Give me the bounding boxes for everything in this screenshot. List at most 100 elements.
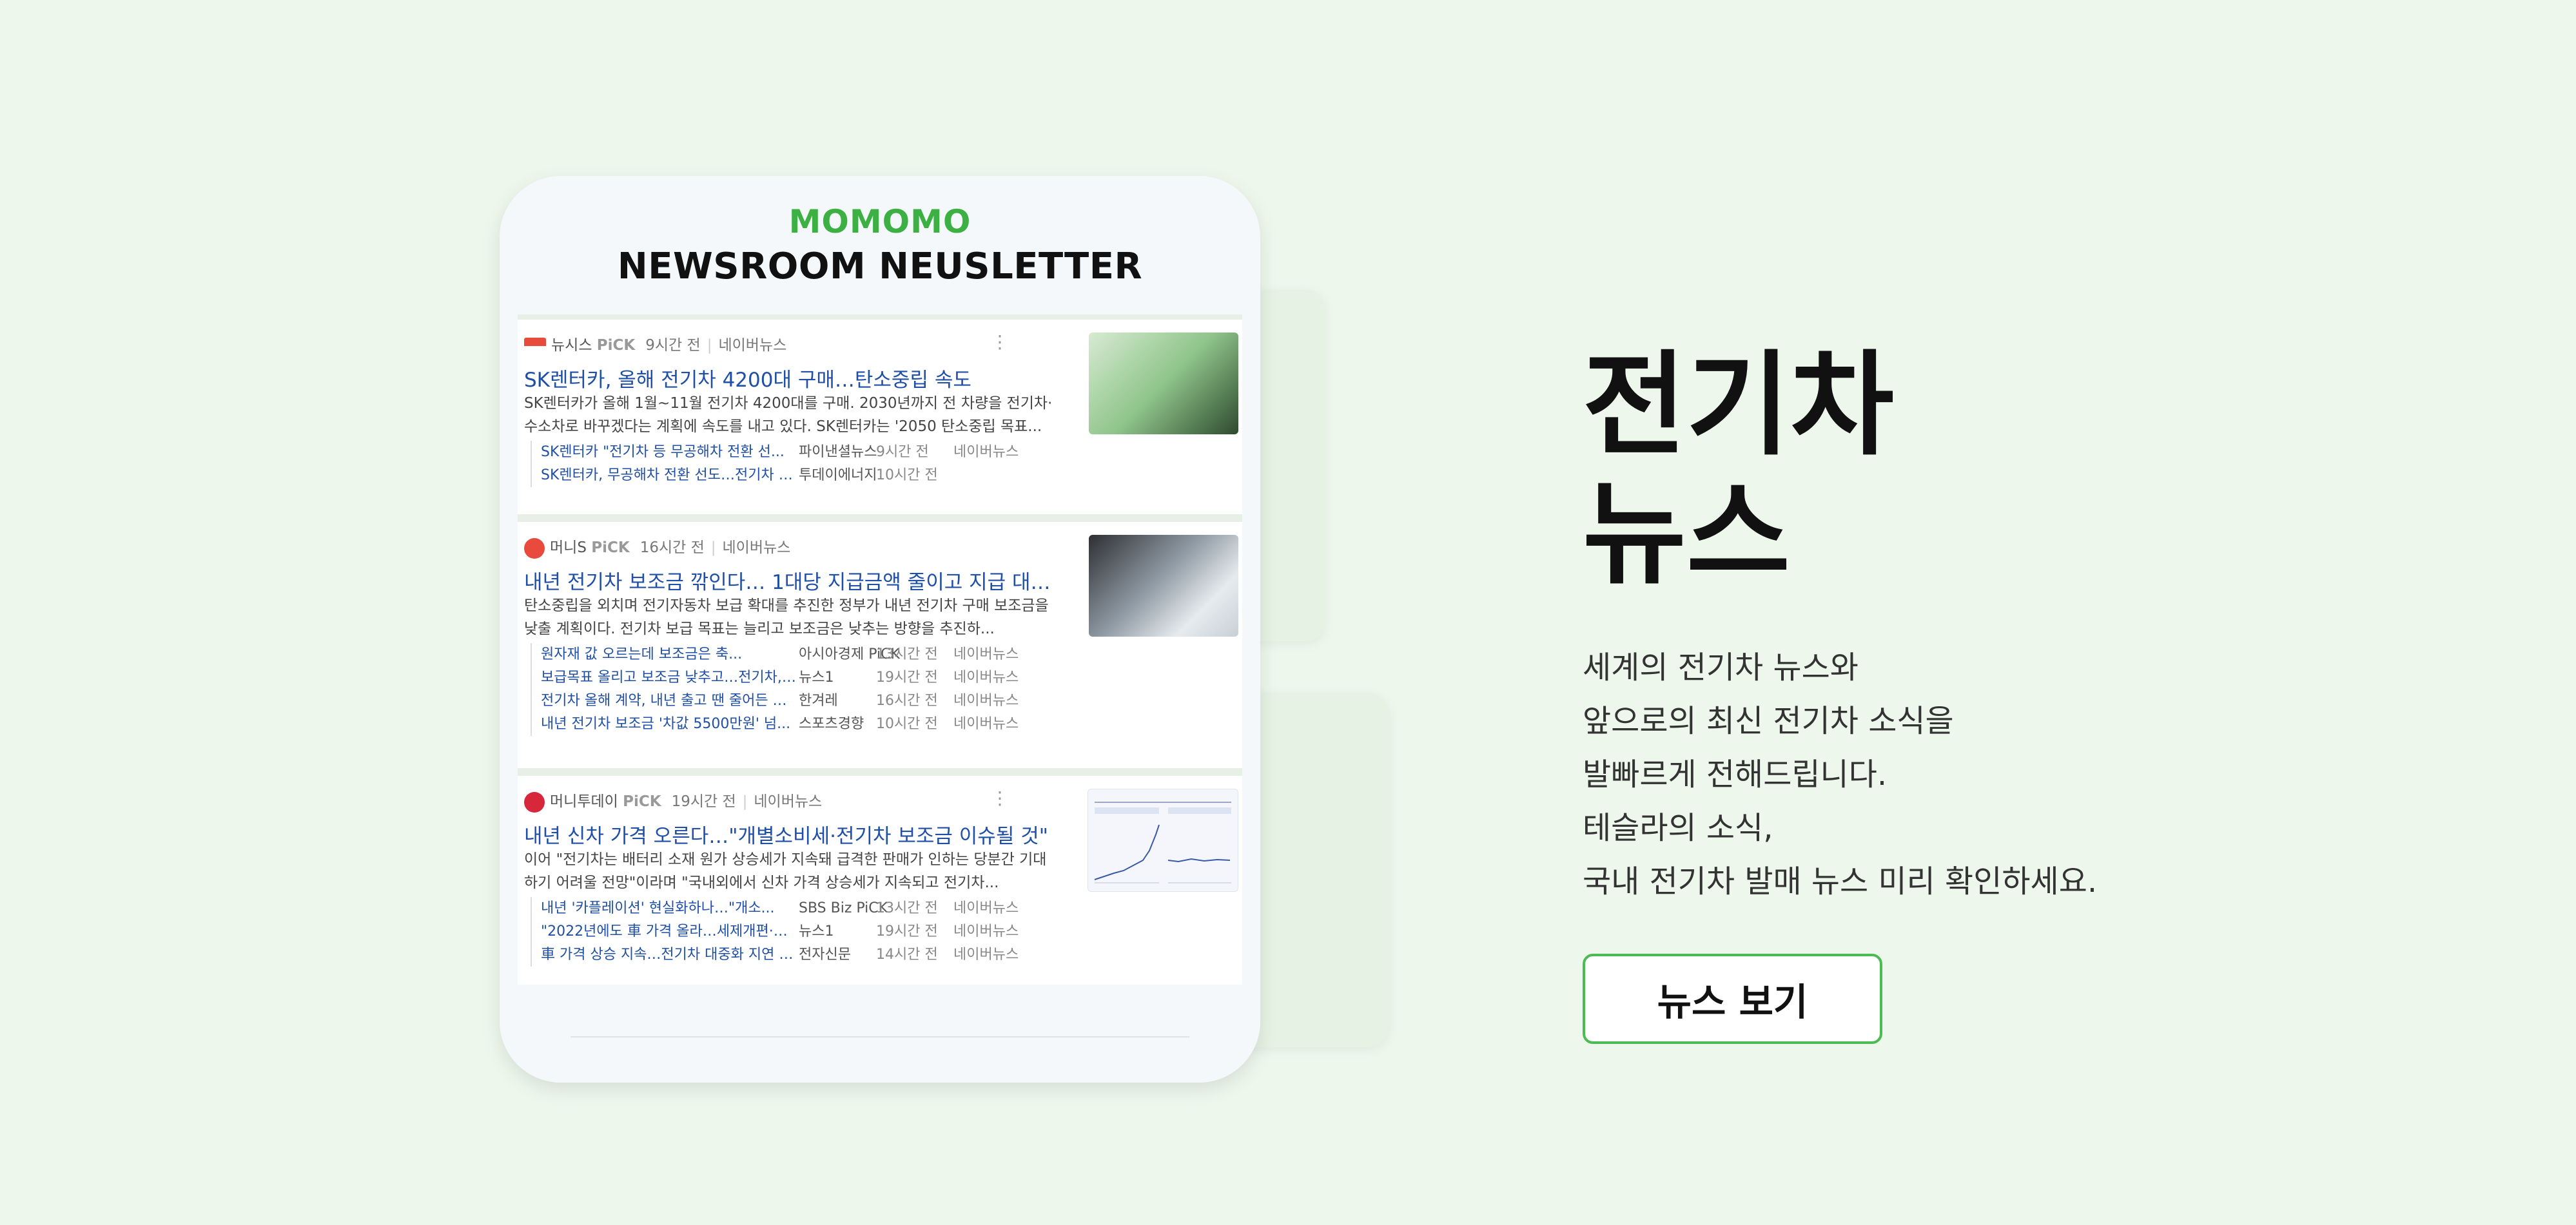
related-title[interactable]: SK렌터카, 무공해차 전환 선도…전기차 4,200대 구매 — [541, 464, 799, 487]
description-line: 앞으로의 최신 전기차 소식을 — [1583, 703, 1954, 739]
news-title[interactable]: 내년 신차 가격 오른다…"개별소비세·전기차 보조금 이슈될 것" — [524, 820, 1053, 849]
related-portal[interactable]: 네이버뉴스 — [953, 920, 1019, 943]
pick-badge: PiCK — [623, 793, 661, 810]
related-news-item[interactable]: "2022년에도 車 가격 올라…세제개편·전기차 ...뉴스1 19시간 전 네이… — [541, 920, 1019, 943]
related-press: SBS Biz PiCK — [799, 900, 888, 916]
news-title[interactable]: 내년 전기차 보조금 깎인다… 1대당 지급금액 줄이고 지급 대상 ... — [524, 566, 1053, 595]
related-press: 아시아경제 PiCK — [799, 646, 900, 662]
news-card[interactable]: 머니투데이 PiCK 19시간 전 | 네이버뉴스 ⋮ 내년 신차 가격 오른다…"개… — [518, 776, 1242, 985]
description-line: 테슬라의 소식, — [1583, 810, 1773, 846]
related-time: 9시간 전 — [876, 444, 929, 460]
news-description: 이어 "전기차는 배터리 소재 원가 상승세가 지속돼 급격한 판매가 인하는 … — [524, 851, 1047, 891]
hero-section: 전기차 뉴스 세계의 전기차 뉴스와 앞으로의 최신 전기차 소식을 발빠르게 … — [1583, 342, 2097, 1044]
description-line: 국내 전기차 발매 뉴스 미리 확인하세요. — [1583, 863, 2098, 900]
related-press: 파이낸셜뉴스 — [799, 444, 877, 460]
related-news-list: 원자재 값 오르는데 보조금은 축... 아시아경제 PiCK13시간 전네이버뉴… — [531, 643, 1019, 736]
newsletter-title: NEWSROOM NEUSLETTER — [617, 246, 1143, 287]
related-title[interactable]: "2022년에도 車 가격 올라…세제개편·전기차 ... — [541, 920, 799, 943]
related-portal[interactable]: 네이버뉴스 — [953, 897, 1019, 920]
related-time: 13시간 전 — [876, 646, 938, 662]
hero-title-line: 뉴스 — [1583, 469, 1790, 600]
related-news-item[interactable]: 원자재 값 오르는데 보조금은 축... 아시아경제 PiCK13시간 전 네이버뉴… — [541, 643, 1019, 666]
news-thumbnail[interactable] — [1089, 333, 1238, 434]
news-time: 9시간 전 — [645, 337, 701, 354]
press-logo-icon — [524, 337, 546, 354]
related-press: 스포츠경향 — [799, 716, 864, 732]
news-card[interactable]: 뉴시스 PiCK 9시간 전 | 네이버뉴스 ⋮ SK렌터카, 올해 전기차 4200… — [518, 320, 1242, 514]
pick-badge: PiCK — [596, 337, 636, 354]
related-portal[interactable]: 네이버뉴스 — [953, 690, 1019, 713]
pick-badge: PiCK — [591, 539, 630, 556]
portal-link[interactable]: 네이버뉴스 — [718, 337, 786, 354]
related-title[interactable]: 원자재 값 오르는데 보조금은 축... — [541, 643, 799, 666]
related-portal[interactable]: 네이버뉴스 — [953, 643, 1019, 666]
news-source: 뉴시스 PiCK 9시간 전 | 네이버뉴스 — [524, 333, 786, 354]
related-time: 10시간 전 — [876, 716, 938, 732]
news-thumbnail[interactable] — [1089, 535, 1238, 637]
news-thumbnail[interactable] — [1088, 789, 1238, 892]
description-line: 발빠르게 전해드립니다. — [1583, 757, 1888, 793]
separator: | — [742, 793, 748, 810]
related-portal[interactable]: 네이버뉴스 — [953, 943, 1019, 967]
phone-mockup: MOMOMO NEWSROOM NEUSLETTER 뉴시스 PiCK 9시간 전… — [500, 176, 1260, 1083]
more-options-icon[interactable]: ⋮ — [991, 331, 1009, 352]
related-time: 19시간 전 — [876, 923, 938, 940]
related-news-item[interactable]: 車 가격 상승 지속…전기차 대중화 지연 우... 전자신문 14시간 전 네이버뉴… — [541, 943, 1019, 967]
related-portal[interactable]: 네이버뉴스 — [953, 713, 1019, 736]
news-source: 머니투데이 PiCK 19시간 전 | 네이버뉴스 — [524, 789, 822, 813]
related-press: 한겨레 — [799, 693, 838, 709]
related-title[interactable]: 내년 '카플레이션' 현실화하나…"개소... — [541, 897, 799, 920]
related-press: 뉴스1 — [799, 923, 834, 940]
related-news-item[interactable]: 보급목표 올리고 보조금 낮추고…전기차, 내... 뉴스1 19시간 전 네이버뉴스 — [541, 666, 1019, 690]
related-news-item[interactable]: 내년 전기차 보조금 '차값 5500만원' 넘... 스포츠경향 10시간 전 네이… — [541, 713, 1019, 736]
related-news-item[interactable]: 내년 '카플레이션' 현실화하나…"개소... SBS Biz PiCK13시간 … — [541, 897, 1019, 920]
news-source: 머니S PiCK 16시간 전 | 네이버뉴스 — [524, 535, 790, 559]
related-news-item[interactable]: 전기차 올해 계약, 내년 출고 땐 줄어든 보조... 한겨레 16시간 전 네이버… — [541, 690, 1019, 713]
related-news-item[interactable]: SK렌터카, 무공해차 전환 선도…전기차 4,200대 구매투데이에너지10시… — [541, 464, 1019, 487]
news-time: 19시간 전 — [671, 793, 736, 810]
related-press: 전자신문 — [799, 947, 851, 963]
brand-name: MOMOMO — [788, 203, 971, 240]
hero-title-line: 전기차 — [1583, 340, 1894, 471]
hero-description: 세계의 전기차 뉴스와 앞으로의 최신 전기차 소식을 발빠르게 전해드립니다.… — [1583, 641, 2163, 909]
related-title[interactable]: 전기차 올해 계약, 내년 출고 땐 줄어든 보조... — [541, 690, 799, 713]
news-card[interactable]: 머니S PiCK 16시간 전 | 네이버뉴스 내년 전기차 보조금 깎인다… 1대당… — [518, 522, 1242, 768]
press-logo-icon — [524, 791, 545, 813]
press-name: 머니투데이 — [550, 793, 618, 810]
news-title[interactable]: SK렌터카, 올해 전기차 4200대 구매…탄소중립 속도 — [524, 363, 1053, 392]
related-portal[interactable]: 네이버뉴스 — [953, 666, 1019, 690]
hero-title: 전기차 뉴스 — [1583, 342, 1894, 599]
related-time: 13시간 전 — [876, 900, 938, 916]
related-news-item[interactable]: SK렌터카 "전기차 등 무공해차 전환 선... 파이낸셜뉴스9시간 전 네이버뉴… — [541, 441, 1019, 464]
related-title[interactable]: 보급목표 올리고 보조금 낮추고…전기차, 내... — [541, 666, 799, 690]
news-description: SK렌터카가 올해 1월~11월 전기차 4200대를 구매. 2030년까지 … — [524, 395, 1053, 435]
separator: | — [707, 337, 712, 354]
more-options-icon[interactable]: ⋮ — [991, 787, 1009, 809]
related-time: 19시간 전 — [876, 670, 938, 686]
view-news-button[interactable]: 뉴스 보기 — [1583, 954, 1882, 1044]
related-title[interactable]: 車 가격 상승 지속…전기차 대중화 지연 우... — [541, 943, 799, 967]
press-logo-icon — [524, 537, 545, 559]
portal-link[interactable]: 네이버뉴스 — [754, 793, 822, 810]
news-time: 16시간 전 — [639, 539, 705, 556]
phone-header: MOMOMO NEWSROOM NEUSLETTER — [500, 176, 1260, 313]
press-name: 머니S — [550, 539, 587, 556]
news-description: 탄소중립을 외치며 전기자동차 보급 확대를 추진한 정부가 내년 전기차 구매… — [524, 597, 1049, 637]
separator: | — [710, 539, 716, 556]
news-feed: 뉴시스 PiCK 9시간 전 | 네이버뉴스 ⋮ SK렌터카, 올해 전기차 4200… — [518, 314, 1242, 1083]
related-time: 14시간 전 — [876, 947, 938, 963]
chart-thumbnail-icon — [1088, 789, 1238, 891]
press-name: 뉴시스 — [551, 337, 592, 354]
phone-footer — [500, 985, 1260, 1083]
related-title[interactable]: SK렌터카 "전기차 등 무공해차 전환 선... — [541, 441, 799, 464]
related-news-list: 내년 '카플레이션' 현실화하나…"개소... SBS Biz PiCK13시간 … — [531, 897, 1019, 967]
related-title[interactable]: 내년 전기차 보조금 '차값 5500만원' 넘... — [541, 713, 799, 736]
related-press: 뉴스1 — [799, 670, 834, 686]
related-portal[interactable]: 네이버뉴스 — [953, 441, 1019, 464]
related-time: 10시간 전 — [876, 467, 938, 483]
divider — [571, 1036, 1189, 1037]
related-time: 16시간 전 — [876, 693, 938, 709]
description-line: 세계의 전기차 뉴스와 — [1583, 650, 1859, 686]
portal-link[interactable]: 네이버뉴스 — [723, 539, 791, 556]
related-press: 투데이에너지 — [799, 467, 877, 483]
